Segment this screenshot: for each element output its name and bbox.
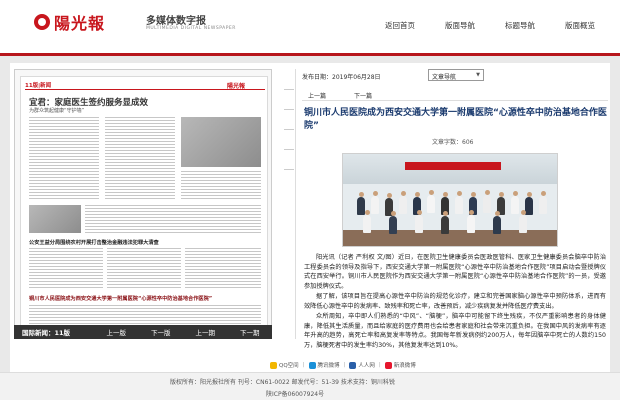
share-bar: QQ空间 | 腾讯微博 | 人人网 | 新浪微博 bbox=[270, 359, 610, 371]
sina-weibo-icon bbox=[384, 361, 392, 369]
list-divider bbox=[284, 129, 294, 130]
share-tencent-weibo[interactable]: 腾讯微博 bbox=[308, 361, 340, 369]
list-divider bbox=[284, 89, 294, 90]
headline-police-campaign[interactable]: 公安王益分局围绕农村开展打击整治金融违法犯罪大清查 bbox=[29, 239, 159, 246]
share-qzone-label: QQ空间 bbox=[279, 363, 299, 369]
content-area: 11版|新闻 陽光報 宜君：家庭医生签约服务显成效 为群众筑起健康“守护墙” 公… bbox=[10, 63, 610, 400]
text-column bbox=[29, 117, 99, 201]
article-photo bbox=[342, 153, 558, 247]
platform-subtitle: MULTIMEDIA DIGITAL NEWSPAPER bbox=[146, 26, 236, 31]
prev-article-link[interactable]: 上一篇 bbox=[308, 91, 326, 100]
site-footer: 版权所有：阳光报社所有 刊号：CN61-0022 邮发代号：51-39 技术支持… bbox=[0, 372, 620, 400]
share-renren-label: 人人网 bbox=[358, 363, 375, 369]
tencent-weibo-icon bbox=[308, 361, 316, 369]
photo-placeholder bbox=[29, 205, 81, 233]
nav-home[interactable]: 返回首页 bbox=[385, 20, 415, 31]
page-logo: 陽光報 bbox=[226, 83, 245, 90]
article-nav-select-value: 文章导航 bbox=[432, 74, 457, 81]
qzone-icon bbox=[270, 361, 277, 369]
share-separator: | bbox=[343, 362, 346, 368]
share-sina-weibo-label: 新浪微博 bbox=[393, 363, 416, 369]
article-body: 阳光讯（记者 严利权 文/图）近日，在医院卫生健康委员会医政医管科、医家卫生健康… bbox=[304, 253, 606, 351]
next-issue-button[interactable]: 下一期 bbox=[228, 327, 273, 337]
article-nav-select[interactable]: 文章导航 ▼ bbox=[428, 69, 484, 81]
newspaper-page-image[interactable]: 11版|新闻 陽光報 宜君：家庭医生签约服务显成效 为群众筑起健康“守护墙” 公… bbox=[20, 76, 268, 328]
text-column bbox=[181, 171, 261, 201]
list-divider bbox=[284, 109, 294, 110]
next-article-link[interactable]: 下一篇 bbox=[354, 91, 372, 100]
list-divider bbox=[284, 169, 294, 170]
article-pager: 上一篇 下一篇 bbox=[302, 89, 608, 101]
share-separator: | bbox=[302, 362, 305, 368]
text-column bbox=[29, 305, 261, 325]
article-paragraph: 据了解，该项目旨在提高心源性卒中防治的规范化诊疗，建立和完善国家脑心源性卒中预防… bbox=[304, 293, 606, 310]
nav-title-navigation[interactable]: 标题导航 bbox=[505, 20, 535, 31]
article-word-count: 文章字数：606 bbox=[432, 139, 474, 146]
share-sina-weibo[interactable]: 新浪微博 bbox=[384, 361, 416, 369]
logo-emblem-icon bbox=[34, 14, 50, 30]
list-divider bbox=[284, 149, 294, 150]
renren-icon bbox=[349, 361, 357, 369]
site-header: 陽光報 多媒体数字报 MULTIMEDIA DIGITAL NEWSPAPER … bbox=[0, 0, 620, 56]
text-column bbox=[105, 117, 175, 201]
photo-banner bbox=[405, 162, 501, 170]
text-column bbox=[85, 205, 261, 233]
date-row: 发布日期： 2019年06月28日 文章导航 ▼ bbox=[302, 69, 608, 83]
article-panel: 发布日期： 2019年06月28日 文章导航 ▼ 上一篇 下一篇 铜川市人民医院… bbox=[302, 69, 608, 349]
page-header-bar: 11版|新闻 陽光報 bbox=[25, 81, 265, 90]
platform-title: 多媒体数字报 bbox=[146, 16, 206, 27]
nav-page-overview[interactable]: 版面概览 bbox=[565, 20, 595, 31]
footer-icp[interactable]: 陕ICP备06007924号 bbox=[266, 389, 324, 398]
article-paragraph: 阳光讯（记者 严利权 文/图）近日，在医院卫生健康委员会医政医管科、医家卫生健康… bbox=[304, 254, 606, 290]
top-nav: 返回首页 版面导航 标题导航 版面概览 bbox=[385, 20, 595, 31]
share-separator: | bbox=[378, 362, 381, 368]
date-label: 发布日期： bbox=[302, 74, 333, 81]
logo-text: 陽光報 bbox=[54, 14, 106, 33]
share-renren[interactable]: 人人网 bbox=[349, 361, 375, 369]
text-column bbox=[29, 248, 103, 288]
prev-issue-button[interactable]: 上一期 bbox=[183, 327, 228, 337]
text-column bbox=[107, 248, 181, 288]
article-paragraph: 众所周知，卒中即人们熟悉的“中风”、“脑梗”，脑卒中可能留下终生残疾，不仅严重影… bbox=[304, 313, 606, 349]
share-tencent-weibo-label: 腾讯微博 bbox=[317, 363, 340, 369]
chevron-down-icon: ▼ bbox=[476, 72, 480, 78]
lead-story-subtitle: 为群众筑起健康“守护墙” bbox=[29, 108, 85, 114]
article-title: 铜川市人民医院成为西安交通大学第一附属医院“心源性卒中防治基地合作医院” bbox=[304, 108, 607, 131]
article-list-column bbox=[276, 69, 296, 339]
photo-placeholder bbox=[181, 117, 261, 167]
share-qzone[interactable]: QQ空间 bbox=[270, 361, 299, 369]
newspaper-page-viewer[interactable]: 11版|新闻 陽光報 宜君：家庭医生签约服务显成效 为群众筑起健康“守护墙” 公… bbox=[14, 69, 272, 339]
site-logo[interactable]: 陽光報 bbox=[34, 10, 105, 34]
nav-page-navigation[interactable]: 版面导航 bbox=[445, 20, 475, 31]
page-tag: 11版|新闻 bbox=[25, 83, 52, 89]
date-value: 2019年06月28日 bbox=[332, 74, 381, 81]
edition-label: 国际新闻：11版 bbox=[22, 329, 71, 337]
next-page-button[interactable]: 下一版 bbox=[139, 327, 184, 337]
page-nav-bar: 国际新闻：11版 上一版 下一版 上一期 下一期 bbox=[14, 325, 272, 339]
headline-hospital-base[interactable]: 铜川市人民医院成为西安交通大学第一附属医院“心源性卒中防治基地合作医院” bbox=[29, 295, 212, 302]
text-column bbox=[185, 248, 261, 288]
prev-page-button[interactable]: 上一版 bbox=[94, 327, 139, 337]
footer-copyright: 版权所有：阳光报社所有 刊号：CN61-0022 邮发代号：51-39 技术支持… bbox=[170, 379, 395, 386]
